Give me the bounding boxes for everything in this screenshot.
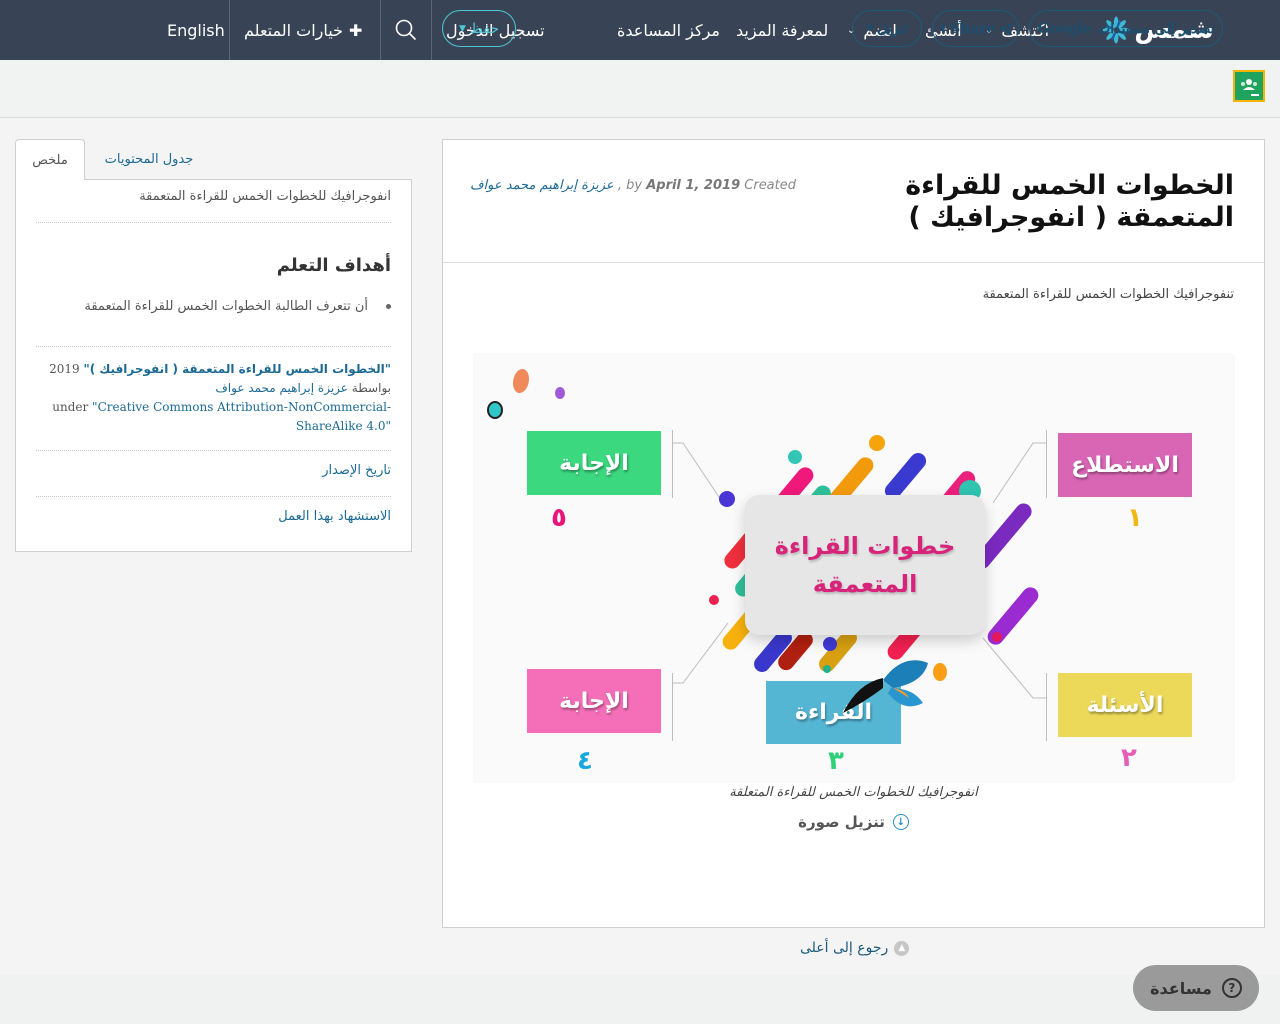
share-icon bbox=[1000, 23, 1012, 34]
tab-table-of-contents[interactable]: جدول المحتويات bbox=[93, 139, 205, 179]
step-box-answer-5: الإجابة bbox=[527, 431, 661, 495]
nav-help-center[interactable]: مركز المساعدة bbox=[617, 0, 720, 60]
nav-learner-options-label: خيارات المتعلم bbox=[244, 20, 343, 40]
step-number: ١ bbox=[1127, 503, 1143, 533]
help-label: مساعدة bbox=[1150, 978, 1212, 998]
citation-block: "الخطوات الخمس للقراءة المتعمقة ( انفوجر… bbox=[36, 360, 391, 436]
step-number: ٤ bbox=[577, 746, 593, 776]
export-google-docs-button[interactable]: تصدير إلى مستندات Google bbox=[1029, 10, 1223, 47]
butterfly-icon bbox=[843, 660, 928, 713]
divider bbox=[36, 222, 391, 223]
citation-author-link[interactable]: عزيزة إبراهيم محمد عواف bbox=[215, 381, 348, 395]
resource-toolbar bbox=[0, 60, 1280, 118]
save-button[interactable]: حفظ ▼ bbox=[442, 10, 516, 47]
divider bbox=[36, 346, 391, 347]
save-label: حفظ bbox=[469, 20, 499, 37]
chevron-up-icon: ▲ bbox=[894, 940, 910, 956]
tab-summary[interactable]: ملخص bbox=[15, 139, 85, 180]
export-google-docs-label: تصدير إلى مستندات Google bbox=[1037, 20, 1215, 37]
step-box-questions: الأسئلة bbox=[1058, 673, 1192, 737]
step-box-answer-4: الإجابة bbox=[527, 669, 661, 733]
caret-down-icon: ▼ bbox=[459, 23, 466, 34]
google-classroom-button[interactable] bbox=[1233, 70, 1265, 102]
download-image-link[interactable]: ↓ تنزيل صورة bbox=[443, 813, 1264, 831]
sidebar-tabs: ملخص جدول المحتويات bbox=[15, 139, 412, 180]
nav-learner-options[interactable]: ✚ خيارات المتعلم bbox=[244, 0, 362, 60]
image-caption: انفوجرافيك للخطوات الخمس للقراءة المتعلق… bbox=[729, 785, 978, 800]
step-number: ٥ bbox=[551, 503, 567, 533]
byline: by April 1, 2019 Created , عزيزة إبراهيم… bbox=[470, 178, 796, 193]
infographic-image[interactable]: خطوات القراءة المتعمقة الاستطلاع ١ الأسئ… bbox=[473, 353, 1235, 783]
objective-text: أن تتعرف الطالبة الخطوات الخمس للقراءة ا… bbox=[84, 299, 368, 314]
divider bbox=[36, 450, 391, 451]
nav-divider bbox=[431, 0, 432, 60]
bullet-icon bbox=[386, 304, 391, 309]
download-label: تنزيل bbox=[877, 20, 908, 37]
download-circle-icon: ↓ bbox=[892, 814, 909, 830]
license-link[interactable]: "Creative Commons Attribution-NonCommerc… bbox=[92, 400, 391, 433]
nav-help-center-label: مركز المساعدة bbox=[617, 20, 720, 40]
divider bbox=[36, 496, 391, 497]
author-link[interactable]: عزيزة إبراهيم محمد عواف bbox=[470, 178, 614, 193]
citation-by-label: بواسطة bbox=[351, 381, 391, 395]
nav-divider bbox=[380, 0, 381, 60]
nav-learn-more-label: لمعرفة المزيد bbox=[736, 20, 829, 40]
question-circle-icon: ? bbox=[1221, 978, 1242, 998]
infographic-center-title: خطوات القراءة المتعمقة bbox=[745, 495, 985, 635]
google-classroom-icon bbox=[1235, 72, 1263, 100]
step-number: ٢ bbox=[1121, 743, 1137, 773]
summary-panel: انفوجرافيك للخطوات الخمس للقراءة المتعمق… bbox=[15, 179, 412, 552]
nav-language[interactable]: English bbox=[167, 0, 225, 60]
citation-under-label: under bbox=[52, 400, 89, 414]
nav-learn-more[interactable]: لمعرفة المزيد bbox=[736, 0, 828, 60]
caret-down-icon: ▼ bbox=[866, 23, 874, 34]
cite-work-link[interactable]: الاستشهاد بهذا العمل bbox=[278, 509, 391, 524]
download-button[interactable]: تنزيل ▼ bbox=[852, 10, 922, 47]
search-button[interactable] bbox=[382, 0, 430, 60]
footer-band bbox=[0, 975, 1280, 1024]
share-button[interactable]: ▼ Share bbox=[932, 10, 1019, 47]
created-date: April 1, 2019 bbox=[646, 178, 741, 193]
byline-prefix: by bbox=[626, 178, 643, 193]
help-button[interactable]: ? مساعدة bbox=[1133, 965, 1259, 1011]
citation-year: 2019 bbox=[49, 362, 80, 376]
objective-item: أن تتعرف الطالبة الخطوات الخمس للقراءة ا… bbox=[84, 299, 391, 314]
intro-text: تنفوجرافيك الخطوات الخمس للقراءة المتعمق… bbox=[982, 287, 1234, 302]
summary-text: انفوجرافيك للخطوات الخمس للقراءة المتعمق… bbox=[139, 189, 391, 204]
back-to-top-link[interactable]: ▲ رجوع إلى أعلى bbox=[800, 940, 910, 956]
resource-card: الخطوات الخمس للقراءة المتعمقة ( انفوجرا… bbox=[442, 139, 1265, 928]
search-icon bbox=[395, 19, 417, 41]
release-history-link[interactable]: تاريخ الإصدار bbox=[322, 463, 391, 478]
citation-title-link[interactable]: "الخطوات الخمس للقراءة المتعمقة ( انفوجر… bbox=[83, 362, 391, 376]
plus-icon: ✚ bbox=[348, 20, 363, 40]
nav-language-label: English bbox=[167, 20, 225, 40]
step-number: ٣ bbox=[828, 746, 844, 776]
caret-down-icon: ▼ bbox=[939, 23, 947, 34]
sidebar: ملخص جدول المحتويات انفوجرافيك للخطوات ا… bbox=[15, 139, 412, 552]
step-box-survey: الاستطلاع bbox=[1058, 433, 1192, 497]
created-label: Created bbox=[744, 178, 796, 193]
back-to-top-label: رجوع إلى أعلى bbox=[800, 940, 889, 956]
objectives-heading: أهداف التعلم bbox=[276, 255, 391, 276]
download-image-label: تنزيل صورة bbox=[798, 813, 885, 831]
page-title: الخطوات الخمس للقراءة المتعمقة ( انفوجرا… bbox=[905, 170, 1234, 233]
title-area: الخطوات الخمس للقراءة المتعمقة ( انفوجرا… bbox=[443, 140, 1264, 263]
share-label: Share bbox=[950, 20, 996, 37]
nav-divider bbox=[229, 0, 230, 60]
